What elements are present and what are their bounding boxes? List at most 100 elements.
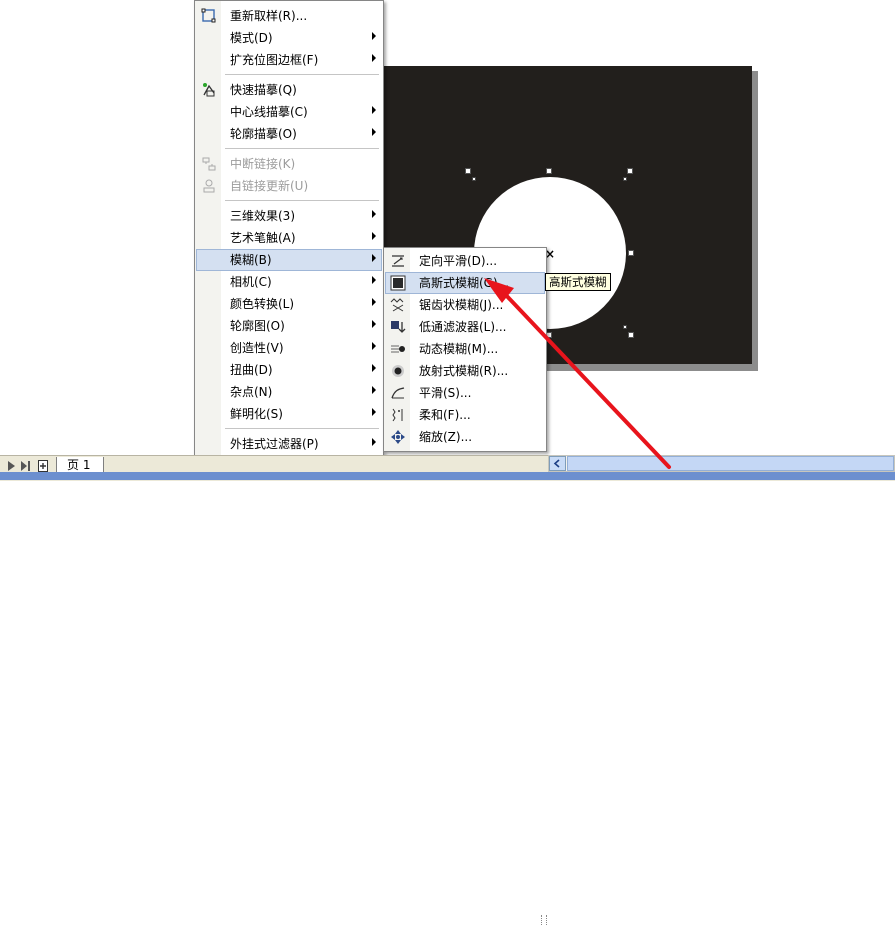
submenu-arrow-icon bbox=[372, 408, 376, 416]
taskbar-strip bbox=[0, 472, 895, 480]
selection-handle-br[interactable] bbox=[628, 332, 634, 338]
rotation-handle[interactable] bbox=[472, 177, 476, 181]
submenu-arrow-icon bbox=[372, 276, 376, 284]
jaggy-despeckle-icon bbox=[390, 298, 404, 312]
submenu-item-radial-blur[interactable]: 放射式模糊(R)... bbox=[385, 360, 545, 382]
horizontal-scrollbar[interactable] bbox=[548, 455, 895, 472]
submenu-item-label: 定向平滑(D)... bbox=[419, 254, 498, 268]
submenu-arrow-icon bbox=[372, 54, 376, 62]
tooltip: 高斯式模糊 bbox=[545, 273, 611, 291]
submenu-item-zoom-blur[interactable]: 缩放(Z)... bbox=[385, 426, 545, 448]
menu-item-distort[interactable]: 扭曲(D) bbox=[196, 359, 382, 381]
menu-item-camera[interactable]: 相机(C) bbox=[196, 271, 382, 293]
menu-item-label: 中心线描摹(C) bbox=[230, 105, 308, 119]
submenu-arrow-icon bbox=[372, 254, 376, 262]
submenu-arrow-icon bbox=[372, 32, 376, 40]
submenu-item-label: 锯齿状模糊(J)... bbox=[419, 298, 504, 312]
submenu-item-gaussian-blur[interactable]: 高斯式模糊(G)... bbox=[385, 272, 545, 294]
menu-item-label: 重新取样(R)... bbox=[230, 9, 308, 23]
submenu-item-motion-blur[interactable]: 动态模糊(M)... bbox=[385, 338, 545, 360]
menu-item-label: 三维效果(3) bbox=[230, 209, 295, 223]
menu-item-label: 快速描摹(Q) bbox=[230, 83, 297, 97]
radial-blur-icon bbox=[392, 365, 404, 377]
menu-item-creative[interactable]: 创造性(V) bbox=[196, 337, 382, 359]
menu-item-label: 模式(D) bbox=[230, 31, 273, 45]
update-link-icon bbox=[203, 179, 215, 193]
menu-item-label: 外挂式过滤器(P) bbox=[230, 437, 319, 451]
menu-item-color-transform[interactable]: 颜色转换(L) bbox=[196, 293, 382, 315]
submenu-item-label: 缩放(Z)... bbox=[419, 430, 473, 444]
submenu-item-label: 柔和(F)... bbox=[419, 408, 471, 422]
submenu-item-label: 平滑(S)... bbox=[419, 386, 472, 400]
submenu-arrow-icon bbox=[372, 438, 376, 446]
menu-item-label: 创造性(V) bbox=[230, 341, 284, 355]
menu-item-plugins[interactable]: 外挂式过滤器(P) bbox=[196, 433, 382, 455]
submenu-item-smooth[interactable]: 平滑(S)... bbox=[385, 382, 545, 404]
menu-item-break-link: 中断链接(K) bbox=[196, 153, 382, 175]
submenu-arrow-icon bbox=[372, 106, 376, 114]
submenu-arrow-icon bbox=[372, 298, 376, 306]
submenu-arrow-icon bbox=[372, 320, 376, 328]
menu-item-contour[interactable]: 轮廓图(O) bbox=[196, 315, 382, 337]
splitter-grip[interactable] bbox=[541, 915, 547, 925]
menu-item-label: 轮廓图(O) bbox=[230, 319, 285, 333]
low-pass-icon bbox=[391, 321, 406, 333]
submenu-item-label: 动态模糊(M)... bbox=[419, 342, 499, 356]
menu-separator bbox=[225, 148, 379, 149]
menu-item-centerline-trace[interactable]: 中心线描摹(C) bbox=[196, 101, 382, 123]
menu-item-quick-trace[interactable]: 快速描摹(Q) bbox=[196, 79, 382, 101]
menu-item-label: 自链接更新(U) bbox=[230, 179, 309, 193]
selection-handle-tl[interactable] bbox=[465, 168, 471, 174]
menu-separator bbox=[225, 74, 379, 75]
gaussian-blur-icon bbox=[390, 275, 406, 291]
last-page-icon[interactable] bbox=[20, 460, 32, 472]
menu-item-label: 艺术笔触(A) bbox=[230, 231, 296, 245]
submenu-item-label: 高斯式模糊(G)... bbox=[419, 276, 510, 290]
submenu-item-label: 放射式模糊(R)... bbox=[419, 364, 509, 378]
scroll-left-button[interactable] bbox=[549, 456, 566, 471]
rotation-handle[interactable] bbox=[623, 325, 627, 329]
submenu-item-soften[interactable]: 柔和(F)... bbox=[385, 404, 545, 426]
break-link-icon bbox=[202, 157, 216, 171]
menu-separator bbox=[225, 200, 379, 201]
menu-item-resample[interactable]: 重新取样(R)... bbox=[196, 5, 382, 27]
menu-item-label: 中断链接(K) bbox=[230, 157, 296, 171]
menu-item-sharpen[interactable]: 鲜明化(S) bbox=[196, 403, 382, 425]
submenu-arrow-icon bbox=[372, 128, 376, 136]
submenu-item-label: 低通滤波器(L)... bbox=[419, 320, 507, 334]
menu-item-noise[interactable]: 杂点(N) bbox=[196, 381, 382, 403]
submenu-arrow-icon bbox=[372, 210, 376, 218]
menu-item-blur[interactable]: 模糊(B) bbox=[196, 249, 382, 271]
menu-item-label: 颜色转换(L) bbox=[230, 297, 295, 311]
submenu-item-low-pass[interactable]: 低通滤波器(L)... bbox=[385, 316, 545, 338]
scrollbar-thumb[interactable] bbox=[567, 456, 894, 471]
submenu-item-jaggy-despeckle[interactable]: 锯齿状模糊(J)... bbox=[385, 294, 545, 316]
menu-item-inflate-bitmap[interactable]: 扩充位图边框(F) bbox=[196, 49, 382, 71]
menu-item-label: 相机(C) bbox=[230, 275, 272, 289]
page-tab[interactable]: 页 1 bbox=[56, 457, 104, 473]
menu-item-label: 扭曲(D) bbox=[230, 363, 273, 377]
rotation-handle[interactable] bbox=[623, 177, 627, 181]
menu-item-art-strokes[interactable]: 艺术笔触(A) bbox=[196, 227, 382, 249]
scroll-left-icon bbox=[553, 459, 560, 468]
menu-item-3d-effects[interactable]: 三维效果(3) bbox=[196, 205, 382, 227]
add-page-icon[interactable] bbox=[37, 460, 49, 472]
selection-handle-right[interactable] bbox=[628, 250, 634, 256]
submenu-arrow-icon bbox=[372, 232, 376, 240]
motion-blur-icon bbox=[391, 345, 405, 353]
soften-icon bbox=[392, 408, 403, 422]
menu-item-mode[interactable]: 模式(D) bbox=[196, 27, 382, 49]
submenu-arrow-icon bbox=[372, 342, 376, 350]
directional-smooth-icon bbox=[392, 255, 404, 267]
menu-item-label: 扩充位图边框(F) bbox=[230, 53, 319, 67]
menu-item-outline-trace[interactable]: 轮廓描摹(O) bbox=[196, 123, 382, 145]
selection-handle-tr[interactable] bbox=[627, 168, 633, 174]
menu-item-label: 鲜明化(S) bbox=[230, 407, 283, 421]
resample-icon bbox=[201, 8, 216, 23]
menu-item-label: 轮廓描摹(O) bbox=[230, 127, 297, 141]
submenu-arrow-icon bbox=[372, 364, 376, 372]
submenu-item-directional-smooth[interactable]: 定向平滑(D)... bbox=[385, 250, 545, 272]
zoom-blur-icon bbox=[391, 430, 405, 444]
selection-handle-top[interactable] bbox=[546, 168, 552, 174]
next-page-icon[interactable] bbox=[6, 460, 18, 472]
